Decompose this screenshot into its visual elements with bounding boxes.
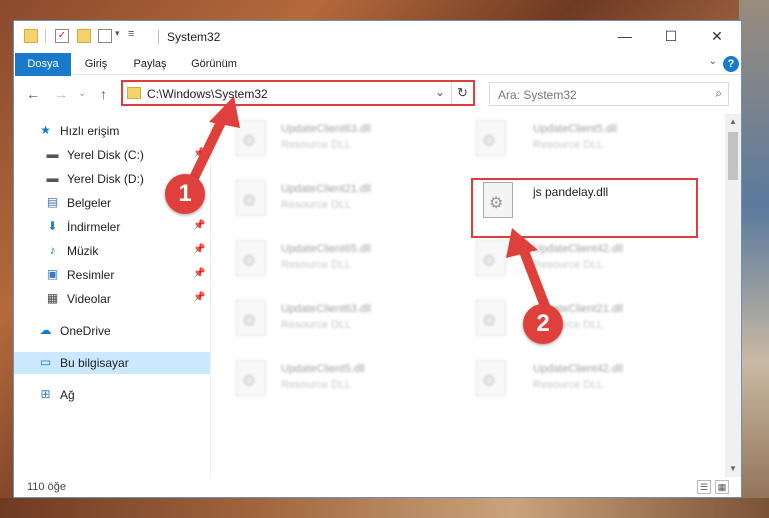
arrow-1-shaft — [188, 111, 229, 185]
step-badge-1: 1 — [165, 174, 205, 214]
arrow-2-head — [506, 228, 538, 258]
arrow-1-head — [209, 96, 240, 128]
annotation-arrows — [188, 96, 550, 311]
step-badge-2: 2 — [523, 304, 563, 344]
arrow-2-shaft — [517, 241, 550, 311]
